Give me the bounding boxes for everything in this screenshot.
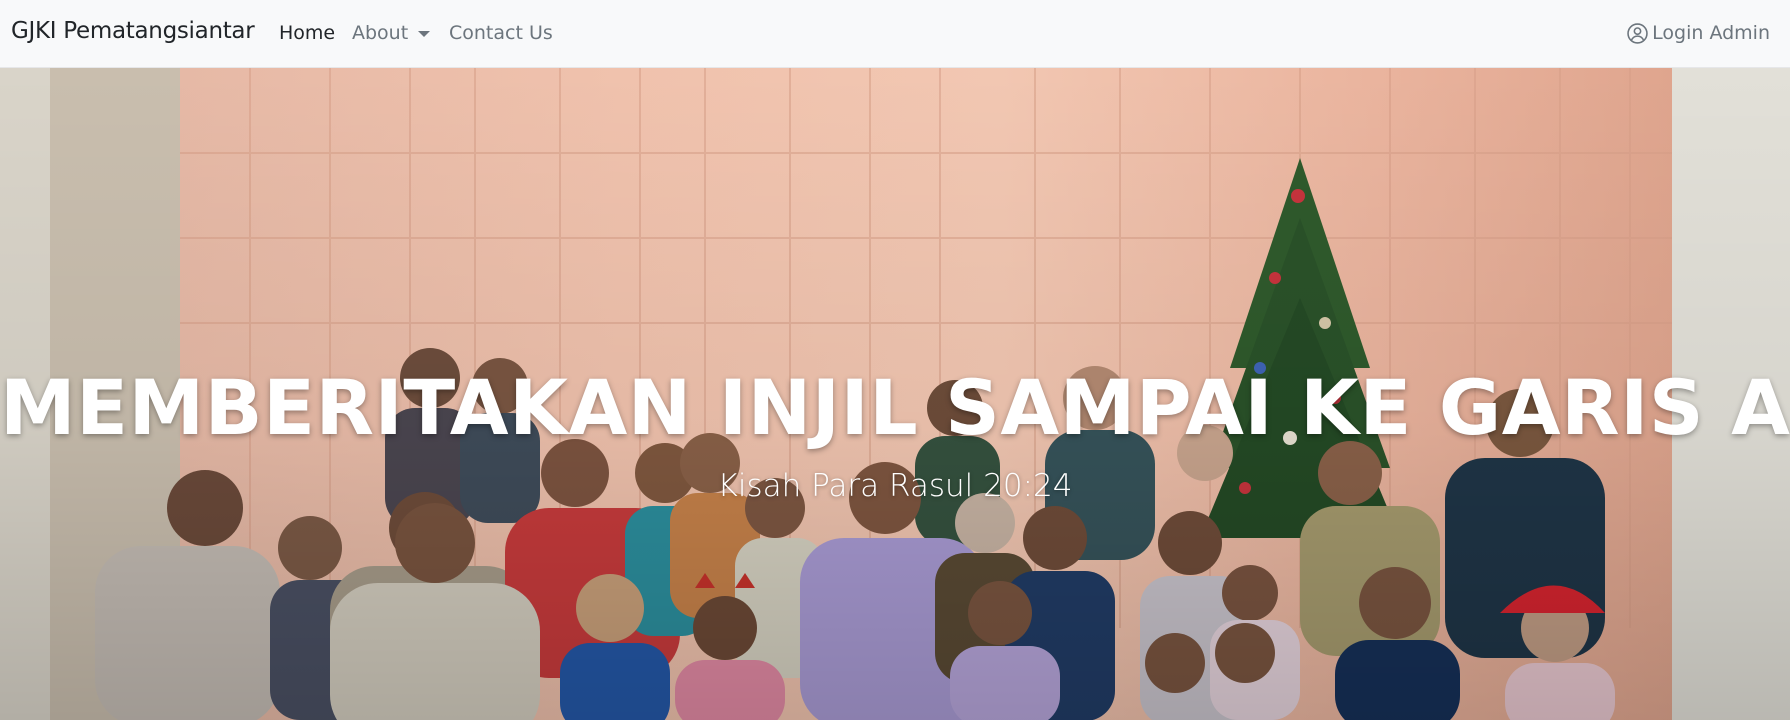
- nav-about-label: About: [352, 22, 409, 44]
- login-admin-link[interactable]: Login Admin: [1627, 22, 1770, 44]
- hero-banner: MEMBERITAKAN INJIL SAMPAI KE GARIS AKHIR…: [0, 68, 1790, 720]
- user-circle-icon: [1627, 22, 1648, 44]
- nav-home-link[interactable]: Home: [279, 22, 335, 44]
- navbar: GJKI Pematangsiantar Home About Contact …: [0, 0, 1790, 68]
- login-admin-label: Login Admin: [1652, 22, 1770, 44]
- nav-contact-link[interactable]: Contact Us: [449, 22, 553, 44]
- hero-title: MEMBERITAKAN INJIL SAMPAI KE GARIS AKHIR: [0, 363, 1790, 452]
- chevron-down-icon: [418, 31, 431, 37]
- navbar-brand[interactable]: GJKI Pematangsiantar: [11, 18, 255, 44]
- hero-subtitle: Kisah Para Rasul 20:24: [717, 468, 1073, 504]
- nav-about-dropdown[interactable]: About: [352, 22, 431, 44]
